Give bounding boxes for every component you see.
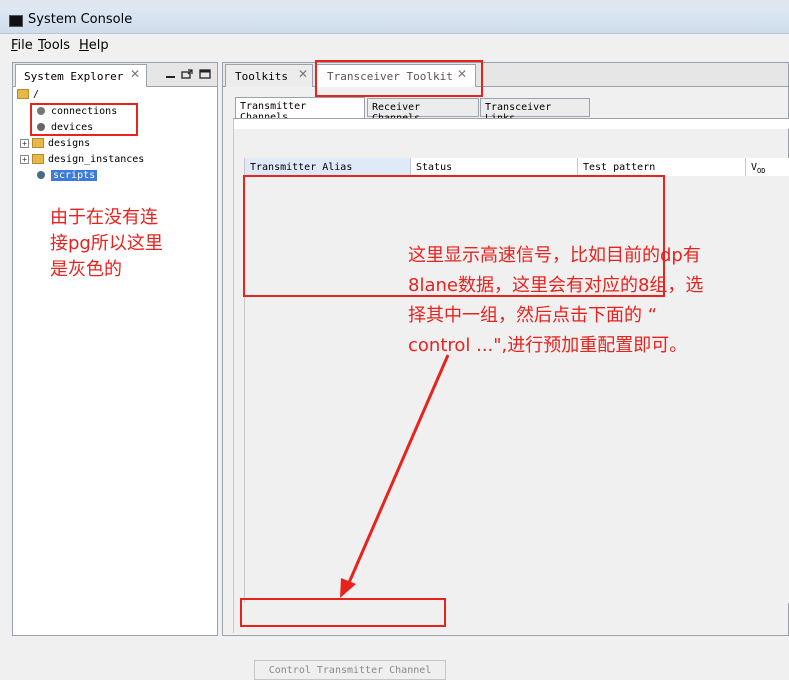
explorer-tabstrip: System Explorer ✕ (13, 63, 217, 87)
tab-system-explorer[interactable]: System Explorer ✕ (15, 64, 147, 87)
control-transmitter-channel-button[interactable]: Control Transmitter Channel (254, 660, 446, 680)
annotation-box-transceiver-tab (315, 60, 483, 97)
close-icon[interactable]: ✕ (130, 67, 140, 81)
tab-toolkits-label: Toolkits (235, 70, 288, 83)
col-vod[interactable]: VOD (746, 158, 789, 176)
right-note-line-2: 8lane数据，这里会有对应的8组，选 (408, 275, 704, 296)
window-title: System Console (28, 12, 133, 27)
expand-icon[interactable]: + (20, 154, 29, 164)
col-transmitter-alias[interactable]: Transmitter Alias (245, 158, 411, 176)
tab-label: System Explorer (24, 70, 124, 83)
menu-tools[interactable]: Tools (38, 38, 70, 53)
col-status[interactable]: Status (411, 158, 578, 176)
annotation-left-note: 由于在没有连 接pg所以这里 是灰色的 (50, 205, 210, 283)
col-test-pattern[interactable]: Test pattern (578, 158, 746, 176)
left-note-line-2: 接pg所以这里 (50, 233, 163, 254)
expand-icon[interactable]: + (20, 138, 29, 148)
tree-item-design-instances[interactable]: + design_instances (20, 154, 144, 170)
menu-file[interactable]: File (11, 38, 33, 53)
console-icon (9, 15, 23, 27)
left-note-line-1: 由于在没有连 (50, 207, 158, 228)
folder-icon (32, 138, 44, 148)
system-explorer-panel: System Explorer ✕ / connections devices … (12, 62, 218, 636)
menu-help[interactable]: Help (79, 38, 109, 53)
annotation-box-button (240, 598, 446, 627)
maximize-icon[interactable] (199, 69, 211, 79)
detach-icon[interactable] (181, 69, 193, 79)
tree-item-designs[interactable]: + designs (20, 138, 90, 154)
title-bar: System Console (0, 8, 789, 34)
channel-subtabs: Transmitter Channels Receiver Channels T… (235, 97, 785, 124)
left-note-line-3: 是灰色的 (50, 259, 122, 280)
background-window-strip (0, 0, 789, 8)
minimize-icon[interactable] (165, 69, 177, 79)
subtab-transmitter-channels[interactable]: Transmitter Channels (235, 97, 365, 123)
toolkit-tabstrip: Toolkits ✕ Transceiver Toolkit ✕ (223, 63, 788, 87)
menu-bar: File Tools Help (0, 34, 789, 58)
content-top-strip (234, 119, 789, 129)
subtab-receiver-channels[interactable]: Receiver Channels (367, 98, 479, 124)
right-note-line-1: 这里显示高速信号，比如目前的dp有 (408, 245, 701, 266)
folder-icon (17, 89, 29, 99)
right-note-line-4: control ...",进行预加重配置即可。 (408, 335, 688, 356)
script-icon (37, 171, 45, 179)
right-note-line-3: 择其中一组，然后点击下面的 “ (408, 305, 658, 326)
tab-toolkits[interactable]: Toolkits ✕ (225, 64, 313, 87)
subtab-transceiver-links[interactable]: Transceiver Links (480, 98, 590, 124)
close-icon[interactable]: ✕ (298, 67, 308, 81)
annotation-right-note: 这里显示高速信号，比如目前的dp有 8lane数据，这里会有对应的8组，选 择其… (408, 241, 789, 361)
annotation-box-connections (30, 103, 138, 136)
col-vod-sub: OD (757, 167, 766, 175)
folder-icon (32, 154, 44, 164)
tree-item-scripts[interactable]: scripts (37, 170, 98, 186)
table-header: Transmitter Alias Status Test pattern VO… (245, 158, 789, 176)
